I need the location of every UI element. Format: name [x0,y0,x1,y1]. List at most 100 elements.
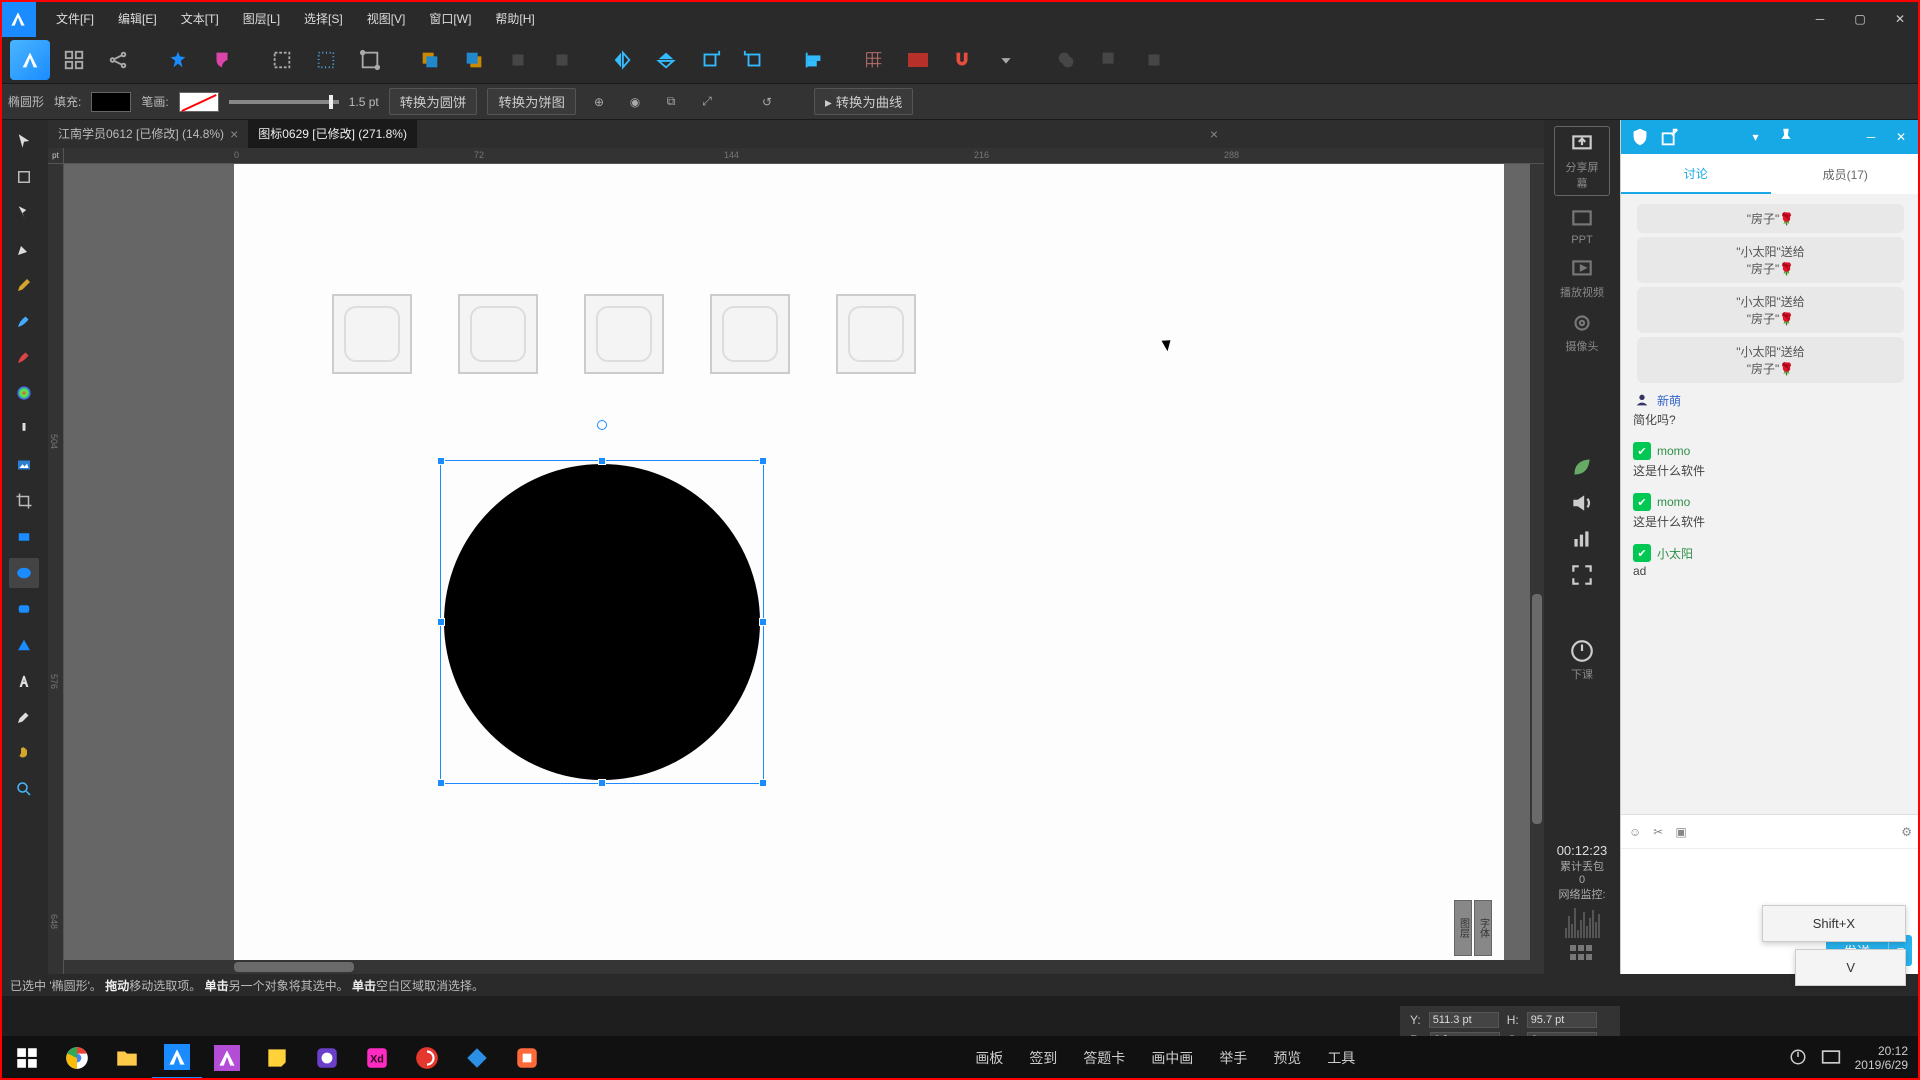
y-input[interactable] [1429,1012,1499,1028]
resize-handle-sw[interactable] [437,779,445,787]
chat-close-icon[interactable]: ✕ [1890,126,1912,148]
crop-tool[interactable] [9,486,39,516]
select-box-icon[interactable] [262,40,302,80]
tc-preview[interactable]: 预览 [1273,1048,1301,1068]
select-bounds-icon[interactable] [350,40,390,80]
ruler-horizontal[interactable]: pt 0 72 144 216 288 [48,148,1544,164]
select-dashed-icon[interactable] [306,40,346,80]
share-screen-button[interactable]: 分享屏幕 [1554,126,1610,196]
camera-button[interactable]: 摄像头 [1554,310,1610,354]
sticky-notes-icon[interactable] [252,1036,302,1080]
power-icon[interactable] [1789,1048,1807,1069]
ime-icon[interactable] [1821,1049,1841,1068]
doc-tab-1[interactable]: 江南学员0612 [已修改] (14.8%)× [48,120,248,148]
artboard-tool[interactable] [9,162,39,192]
menu-view[interactable]: 视图[V] [355,1,418,37]
node-tool[interactable] [9,198,39,228]
minimize-button[interactable]: ─ [1800,1,1840,37]
view-icon[interactable]: ◉ [622,89,648,115]
chat-user[interactable]: ✔momo [1633,493,1908,511]
menu-layer[interactable]: 图层[L] [231,1,292,37]
tray-clock[interactable]: 20:12 2019/6/29 [1855,1044,1908,1072]
icon-slot-2[interactable] [458,294,538,374]
menu-help[interactable]: 帮助[H] [483,1,546,37]
rectangle-tool[interactable] [9,522,39,552]
align-left-icon[interactable] [794,40,834,80]
chrome-icon[interactable] [52,1036,102,1080]
tc-tools[interactable]: 工具 [1327,1048,1355,1068]
resize-handle-w[interactable] [437,618,445,626]
grid-toggle-icon[interactable] [1544,944,1620,964]
triangle-tool[interactable] [9,630,39,660]
resize-handle-nw[interactable] [437,457,445,465]
app-orange-icon[interactable] [502,1036,552,1080]
handle-out-icon[interactable]: ⧉ [658,89,684,115]
flip-horizontal-icon[interactable] [602,40,642,80]
icon-slot-1[interactable] [332,294,412,374]
maximize-button[interactable]: ▢ [1840,1,1880,37]
doc-tab-2-close[interactable]: × [1210,120,1218,148]
app-purple-icon[interactable] [302,1036,352,1080]
flip-vertical-icon[interactable] [646,40,686,80]
icon-slot-3[interactable] [584,294,664,374]
shield-icon[interactable] [1629,126,1651,148]
image-icon[interactable]: ▣ [1675,825,1686,839]
icon-slot-4[interactable] [710,294,790,374]
pencil-tool[interactable] [9,270,39,300]
explorer-icon[interactable] [102,1036,152,1080]
transparency-tool[interactable] [9,414,39,444]
chat-minimize-icon[interactable]: ─ [1860,126,1882,148]
zoom-tool[interactable] [9,774,39,804]
affinity-photo-icon[interactable] [202,1036,252,1080]
artboard-grid-icon[interactable] [54,40,94,80]
fill-tool[interactable] [9,378,39,408]
resize-handle-e[interactable] [759,618,767,626]
rotate-handle[interactable] [597,420,607,430]
export-icon[interactable] [1659,126,1681,148]
doc-tab-1-close[interactable]: × [230,120,238,148]
dissolve-icon[interactable] [202,40,242,80]
vertical-scrollbar[interactable] [1530,164,1544,960]
horizontal-scrollbar[interactable] [64,960,1544,974]
resize-handle-n[interactable] [598,457,606,465]
tab-discuss[interactable]: 讨论 [1621,154,1771,194]
float-panel-handles[interactable]: 图层字体 [1454,900,1492,956]
place-image-tool[interactable] [9,450,39,480]
brush-paint-tool[interactable] [9,306,39,336]
resize-handle-ne[interactable] [759,457,767,465]
emoji-icon[interactable]: ☺ [1629,825,1641,839]
pin-icon[interactable] [1775,126,1797,148]
convert-pie-button[interactable]: 转换为饼图 [487,88,576,115]
eyedropper-tool[interactable] [9,702,39,732]
menu-edit[interactable]: 编辑[E] [106,1,169,37]
affinity-designer-icon[interactable] [152,1036,202,1080]
pen-tool[interactable] [9,234,39,264]
convert-curve-button[interactable]: ▸转换为曲线 [814,88,913,115]
artistic-text-tool[interactable] [9,666,39,696]
lock-center-icon[interactable]: ⊕ [586,89,612,115]
share-nodes-icon[interactable] [98,40,138,80]
brush-red-tool[interactable] [9,342,39,372]
chat-user[interactable]: ✔momo [1633,442,1908,460]
move-tool[interactable] [9,126,39,156]
tc-pip[interactable]: 画中画 [1151,1048,1193,1068]
ellipse-tool[interactable] [9,558,39,588]
selection-box[interactable] [440,460,764,784]
chat-scroll[interactable]: "房子"🌹 "小太阳"送给"房子"🌹 "小太阳"送给"房子"🌹 "小太阳"送给"… [1621,194,1920,814]
start-button[interactable] [2,1036,52,1080]
doc-tab-2[interactable]: 图标0629 [已修改] (271.8%)× [248,120,417,148]
leaf-icon[interactable] [1554,454,1610,480]
speaker-icon[interactable] [1554,490,1610,516]
fill-swatch[interactable] [91,92,131,112]
grid-icon[interactable] [854,40,894,80]
h-input[interactable] [1527,1012,1597,1028]
chevron-down-icon[interactable]: ▾ [1745,126,1767,148]
xd-icon[interactable]: Xd [352,1036,402,1080]
menu-window[interactable]: 窗口[W] [417,1,483,37]
rotate-ccw-icon[interactable] [734,40,774,80]
guides-icon[interactable] [898,40,938,80]
resize-handle-se[interactable] [759,779,767,787]
close-button[interactable]: ✕ [1880,1,1920,37]
ppt-button[interactable]: PPT [1554,206,1610,246]
handle-in-icon[interactable]: ⤢ [694,89,720,115]
